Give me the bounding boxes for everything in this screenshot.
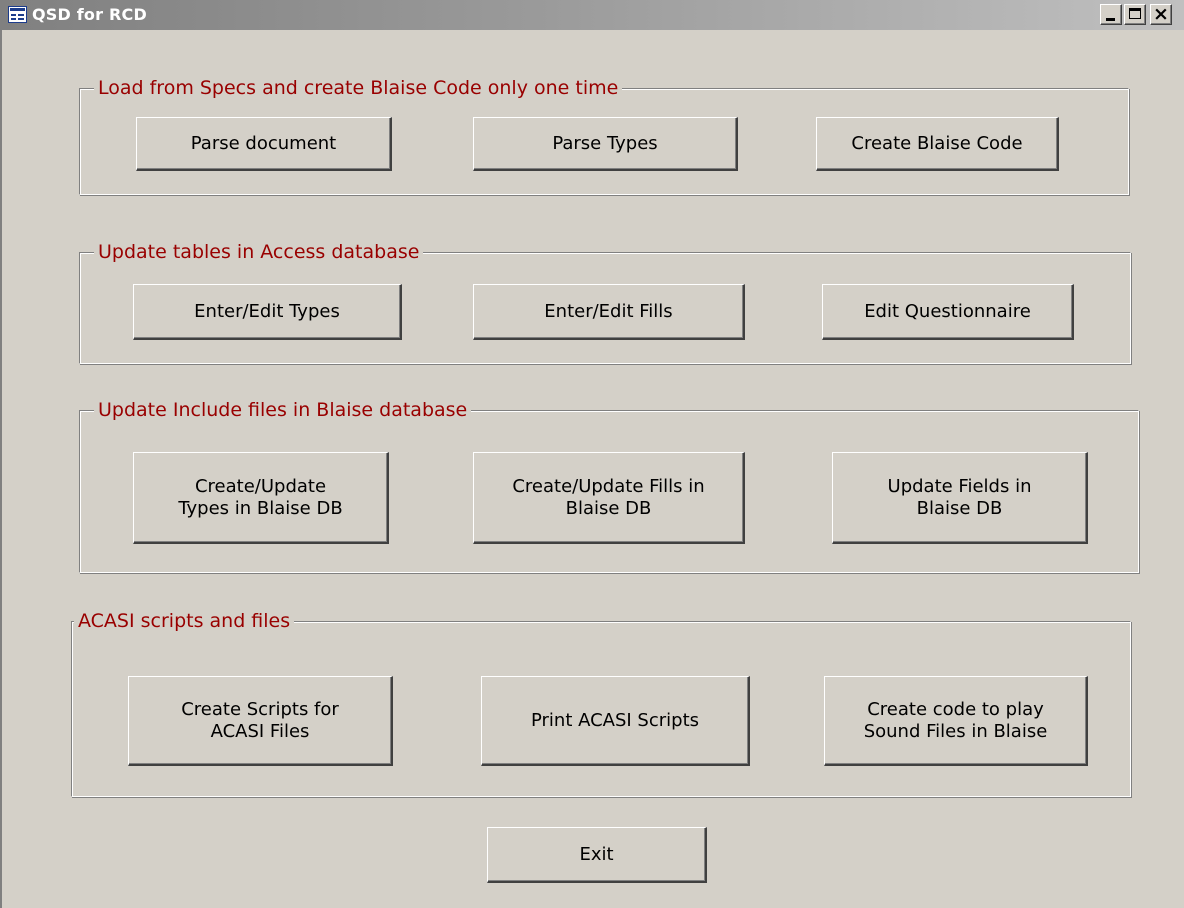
group-update-include-files-label: Update Include files in Blaise database	[94, 397, 472, 423]
create-scripts-acasi-button[interactable]: Create Scripts for ACASI Files	[128, 676, 393, 766]
window-title: QSD for RCD	[32, 5, 147, 24]
create-update-types-button[interactable]: Create/Update Types in Blaise DB	[133, 452, 389, 544]
group-load-specs-label: Load from Specs and create Blaise Code o…	[94, 75, 623, 101]
exit-button[interactable]: Exit	[487, 827, 707, 883]
group-update-tables-label: Update tables in Access database	[94, 239, 424, 265]
enter-edit-fills-button[interactable]: Enter/Edit Fills	[473, 284, 745, 340]
update-fields-button[interactable]: Update Fields in Blaise DB	[832, 452, 1088, 544]
maximize-icon	[1129, 8, 1141, 19]
form-icon[interactable]	[8, 6, 27, 23]
enter-edit-types-button[interactable]: Enter/Edit Types	[133, 284, 402, 340]
create-blaise-code-button[interactable]: Create Blaise Code	[816, 117, 1059, 171]
title-bar[interactable]: QSD for RCD ×	[2, 0, 1184, 30]
close-button[interactable]: ×	[1150, 4, 1172, 25]
close-icon: ×	[1153, 3, 1169, 25]
parse-document-button[interactable]: Parse document	[136, 117, 392, 171]
create-sound-code-button[interactable]: Create code to play Sound Files in Blais…	[824, 676, 1088, 766]
print-acasi-scripts-button[interactable]: Print ACASI Scripts	[481, 676, 750, 766]
maximize-button[interactable]	[1124, 4, 1146, 25]
edit-questionnaire-button[interactable]: Edit Questionnaire	[822, 284, 1074, 340]
group-acasi-scripts-label: ACASI scripts and files	[74, 608, 295, 634]
minimize-icon	[1106, 18, 1115, 21]
create-update-fills-button[interactable]: Create/Update Fills in Blaise DB	[473, 452, 745, 544]
minimize-button[interactable]	[1100, 4, 1122, 25]
form-window: QSD for RCD × Load from Specs and create…	[0, 0, 1184, 908]
parse-types-button[interactable]: Parse Types	[473, 117, 738, 171]
